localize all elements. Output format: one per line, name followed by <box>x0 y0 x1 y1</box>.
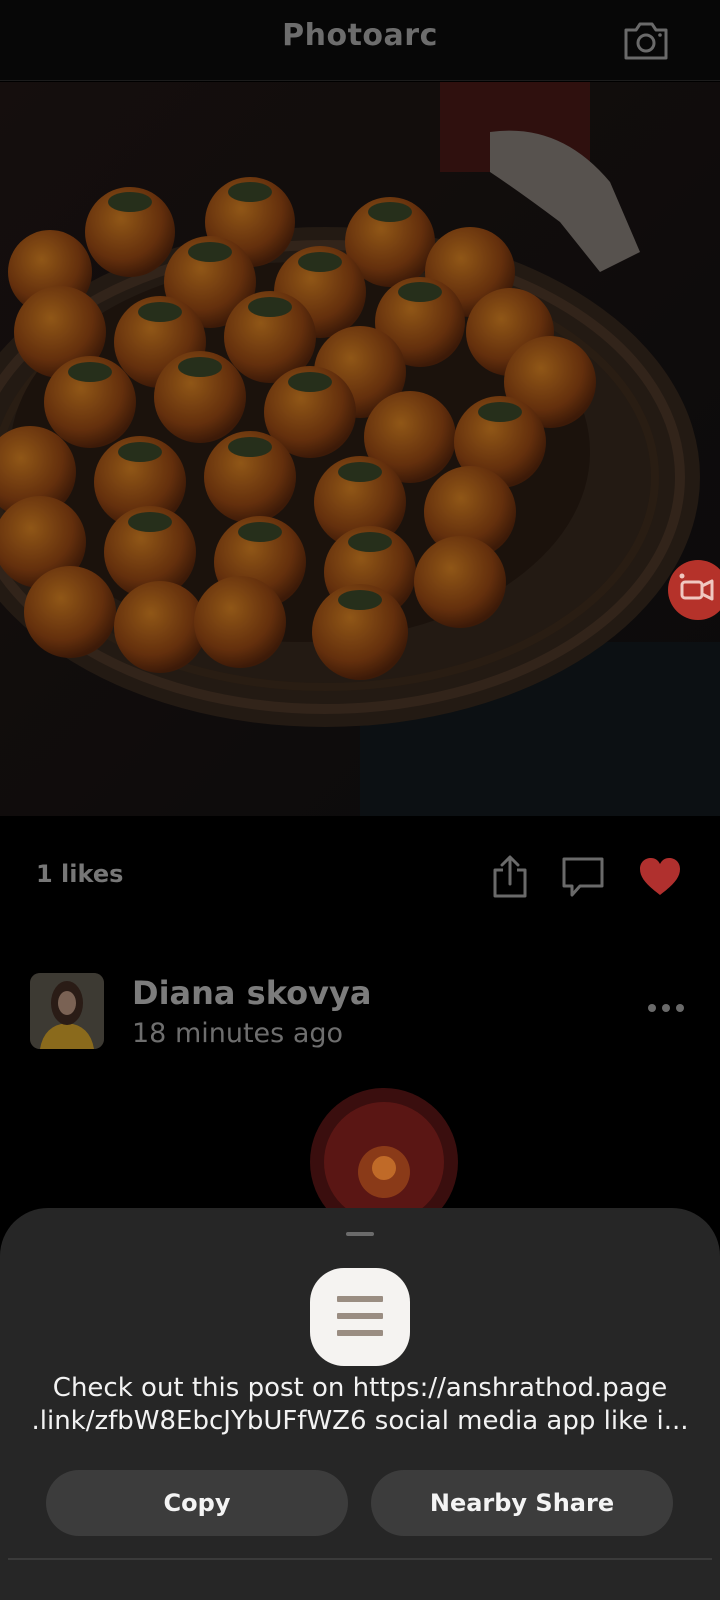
post-image[interactable] <box>0 82 720 816</box>
share-message-line-1: Check out this post on https://anshratho… <box>52 1373 668 1403</box>
app-title: Photoarc <box>282 18 438 53</box>
camera-icon[interactable] <box>622 20 670 62</box>
likes-count: 1 likes <box>36 860 124 888</box>
comment-icon[interactable] <box>560 854 606 900</box>
more-horizontal-icon[interactable] <box>646 1000 686 1016</box>
video-record-icon[interactable] <box>668 560 720 620</box>
heart-icon[interactable] <box>637 854 683 900</box>
share-icon[interactable] <box>487 854 533 900</box>
share-message-line-2: .link/zfbW8EbcJYbUFfWZ6 social media app… <box>31 1406 689 1436</box>
post-time: 18 minutes ago <box>132 1018 344 1049</box>
share-message: Check out this post on https://anshratho… <box>30 1372 690 1438</box>
avatar[interactable] <box>30 973 104 1049</box>
author-name[interactable]: Diana skovya <box>132 974 371 1012</box>
copy-button[interactable]: Copy <box>46 1470 348 1536</box>
menu-lines-icon <box>310 1268 410 1366</box>
divider <box>8 1558 712 1560</box>
next-post-image[interactable] <box>308 1086 460 1216</box>
nearby-share-button[interactable]: Nearby Share <box>371 1470 673 1536</box>
sheet-handle[interactable] <box>346 1232 374 1236</box>
share-sheet: Check out this post on https://anshratho… <box>0 1208 720 1600</box>
app-header: Photoarc <box>0 0 720 81</box>
